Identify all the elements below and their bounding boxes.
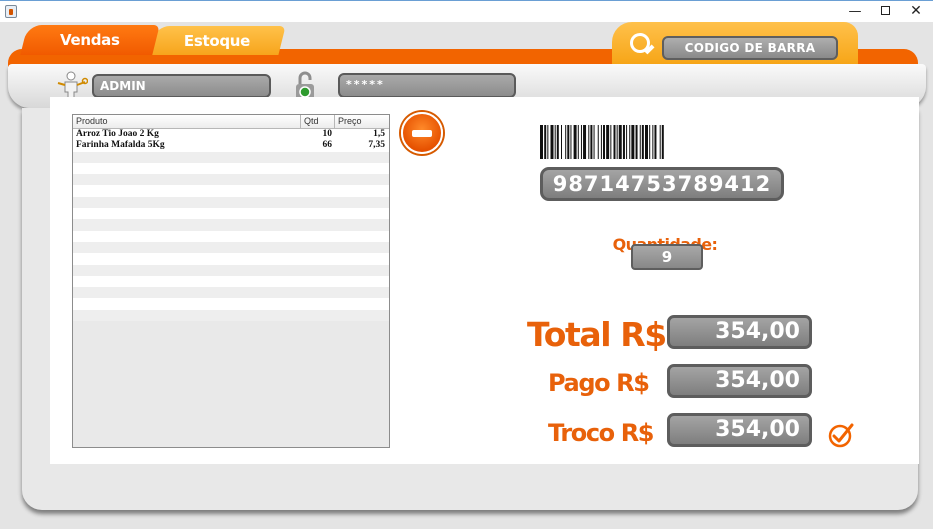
minus-circle-icon (412, 130, 432, 137)
barcode-bar (583, 125, 587, 159)
table-row[interactable]: Arroz Tio Joao 2 Kg 10 1,5 (73, 129, 389, 140)
barcode-bar (606, 125, 610, 159)
barcode-bar (626, 125, 628, 159)
barcode-bar (577, 125, 579, 159)
quantity-field[interactable]: 9 (631, 244, 703, 270)
search-icon[interactable] (630, 33, 650, 53)
barcode-bar (550, 125, 554, 159)
barcode-bar (629, 125, 631, 159)
barcode-bar (616, 125, 618, 159)
cell-qtd: 10 (322, 129, 333, 139)
troco-label: Troco R$ (548, 419, 655, 447)
close-button[interactable]: ✕ (899, 2, 933, 21)
tab-vendas-label: Vendas (60, 31, 120, 49)
barcode-bar (565, 125, 567, 159)
total-field[interactable]: 354,00 (667, 315, 812, 349)
table-row-empty (73, 185, 389, 196)
barcode-bar (603, 125, 605, 159)
total-label: Total R$ (527, 315, 667, 354)
table-row-empty (73, 174, 389, 186)
barcode-bar (547, 125, 549, 159)
pago-field[interactable]: 354,00 (667, 364, 812, 398)
barcode-bar (588, 125, 590, 159)
barcode-bar (645, 125, 648, 159)
barcode-bar (570, 125, 572, 159)
barcode-bar (610, 125, 612, 159)
barcode-bar (652, 125, 654, 159)
java-app-icon (5, 5, 17, 18)
maximize-button[interactable] (868, 2, 902, 21)
barcode-bar (540, 125, 543, 159)
barcode-bar (554, 125, 556, 159)
sales-panel: Produto Qtd Preço Arroz Tio Joao 2 Kg 10… (50, 97, 919, 464)
table-header: Produto Qtd Preço (73, 115, 389, 129)
cell-produto: Farinha Mafalda 5Kg (76, 140, 165, 151)
barcode-bar (631, 125, 635, 159)
products-table[interactable]: Produto Qtd Preço Arroz Tio Joao 2 Kg 10… (72, 114, 390, 448)
pago-label: Pago R$ (548, 369, 650, 397)
barcode-bar (597, 125, 599, 159)
column-header-preco[interactable]: Preço (335, 115, 389, 128)
column-header-produto[interactable]: Produto (73, 115, 301, 128)
barcode-code-field[interactable]: 98714753789412 (540, 167, 784, 201)
tab-vendas[interactable]: Vendas (20, 25, 160, 55)
table-row[interactable]: Farinha Mafalda 5Kg 66 7,35 (73, 140, 389, 151)
cell-preco: 1,5 (373, 129, 385, 139)
barcode-bar (659, 125, 661, 159)
tab-estoque-label: Estoque (183, 32, 250, 50)
barcode-bar (580, 125, 582, 159)
table-row-empty (73, 253, 389, 264)
barcode-search-tab: CODIGO DE BARRA (612, 22, 858, 66)
barcode-bar (622, 125, 625, 159)
table-row-empty (73, 196, 389, 209)
table-row-empty (73, 151, 389, 163)
maximize-icon (880, 6, 890, 15)
table-row-empty (73, 231, 389, 242)
barcode-search-button[interactable]: CODIGO DE BARRA (662, 36, 838, 60)
cell-preco: 7,35 (368, 140, 385, 151)
minimize-button[interactable]: — (838, 2, 872, 21)
barcode-bar (654, 125, 657, 159)
table-body: Arroz Tio Joao 2 Kg 10 1,5 Farinha Mafal… (73, 129, 389, 322)
barcode-bar (649, 125, 651, 159)
barcode-bar (593, 125, 595, 159)
barcode-bar (561, 125, 562, 159)
barcode-bar (600, 125, 602, 159)
checkmark-circle-icon[interactable] (828, 422, 854, 448)
table-row-empty (73, 276, 389, 287)
username-field[interactable]: ADMIN (92, 74, 271, 98)
table-row-empty (73, 163, 389, 174)
barcode-bar (641, 125, 644, 159)
barcode-bar (556, 125, 559, 159)
table-row-empty (73, 298, 389, 309)
table-row-empty (73, 219, 389, 231)
column-header-qtd[interactable]: Qtd (301, 115, 335, 128)
barcode-bar (661, 125, 664, 159)
troco-field[interactable]: 354,00 (667, 413, 812, 447)
table-row-empty (73, 287, 389, 299)
barcode-bar (618, 125, 622, 159)
barcode-bar (635, 125, 638, 159)
barcode-bar (567, 125, 570, 159)
table-row-empty (73, 208, 389, 219)
window-titlebar: — ✕ (0, 0, 933, 22)
barcode-bar (573, 125, 577, 159)
barcode-bar (590, 125, 593, 159)
table-row-empty (73, 241, 389, 254)
barcode-bar (544, 125, 547, 159)
cell-qtd: 66 (322, 140, 333, 151)
barcode-icon (540, 125, 664, 159)
barcode-bar (613, 125, 616, 159)
barcode-bar (639, 125, 641, 159)
tab-estoque[interactable]: Estoque (148, 26, 286, 55)
table-row-empty (73, 264, 389, 276)
cell-produto: Arroz Tio Joao 2 Kg (76, 129, 159, 139)
table-row-empty (73, 309, 389, 322)
remove-item-button[interactable] (401, 112, 443, 154)
password-field[interactable]: ***** (338, 73, 516, 98)
